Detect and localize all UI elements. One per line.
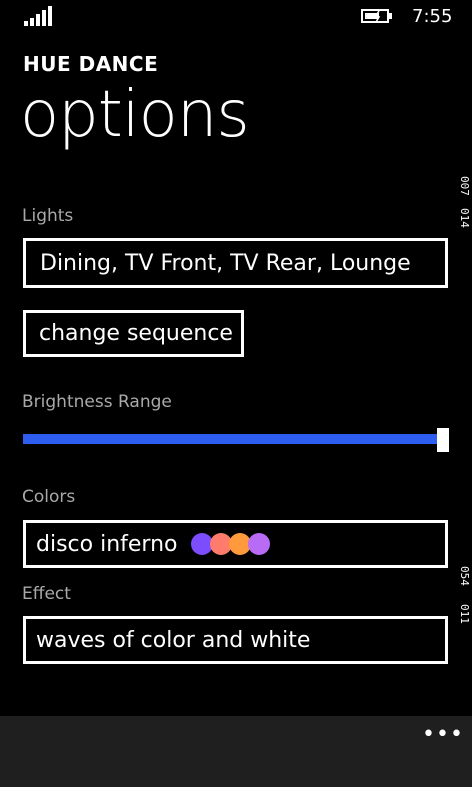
side-label: 007 [458, 176, 471, 196]
color-swatches [190, 533, 270, 555]
effect-field[interactable]: waves of color and white [23, 616, 448, 664]
side-label: 054 [458, 566, 471, 586]
page-title: options [20, 78, 250, 152]
change-sequence-label: change sequence [39, 321, 233, 346]
effect-value: waves of color and white [36, 627, 311, 653]
brightness-slider-thumb[interactable] [437, 428, 449, 452]
lights-field[interactable]: Dining, TV Front, TV Rear, Lounge [23, 238, 448, 288]
colors-field[interactable]: disco inferno [23, 520, 448, 568]
change-sequence-button[interactable]: change sequence [23, 310, 244, 357]
lights-value: Dining, TV Front, TV Rear, Lounge [40, 250, 411, 276]
side-label: 014 [458, 208, 471, 228]
battery-charging-icon [361, 9, 392, 23]
app-bar [0, 716, 472, 787]
brightness-slider-track[interactable] [23, 434, 441, 444]
effect-label: Effect [22, 584, 71, 604]
lights-label: Lights [22, 206, 74, 226]
color-swatch [247, 533, 270, 555]
brightness-label: Brightness Range [22, 392, 172, 412]
signal-strength-icon [24, 6, 54, 26]
colors-value: disco inferno [36, 531, 178, 557]
status-time: 7:55 [412, 6, 453, 27]
app-title: HUE DANCE [23, 52, 159, 76]
side-label: 011 [458, 604, 471, 624]
more-options-icon[interactable]: ••• [422, 722, 464, 747]
colors-label: Colors [22, 487, 76, 507]
